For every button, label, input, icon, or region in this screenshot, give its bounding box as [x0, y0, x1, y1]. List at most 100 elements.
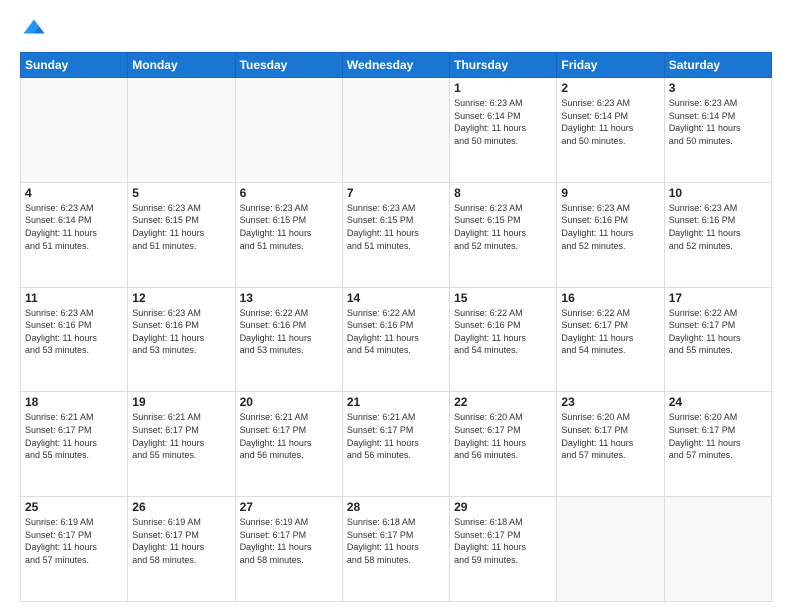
- day-number: 23: [561, 395, 659, 409]
- logo: [20, 16, 52, 44]
- calendar-cell: 22Sunrise: 6:20 AM Sunset: 6:17 PM Dayli…: [450, 392, 557, 497]
- day-number: 17: [669, 291, 767, 305]
- weekday-header-tuesday: Tuesday: [235, 53, 342, 78]
- day-info: Sunrise: 6:23 AM Sunset: 6:14 PM Dayligh…: [561, 97, 659, 147]
- day-number: 2: [561, 81, 659, 95]
- day-info: Sunrise: 6:23 AM Sunset: 6:16 PM Dayligh…: [25, 307, 123, 357]
- header: [20, 16, 772, 44]
- weekday-header-monday: Monday: [128, 53, 235, 78]
- calendar-cell: 13 Sunrise: 6:22 AM Sunset: 6:16 PM Dayli…: [235, 287, 342, 392]
- calendar-cell: [235, 78, 342, 183]
- day-info: Sunrise: 6:21 AM Sunset: 6:17 PM Dayligh…: [240, 411, 338, 461]
- day-info: Sunrise: 6:23 AM Sunset: 6:14 PM Dayligh…: [454, 97, 552, 147]
- day-info: Sunrise: 6:23 AM Sunset: 6:15 PM Dayligh…: [347, 202, 445, 252]
- day-info: Sunrise: 6:23 AM Sunset: 6:16 PM Dayligh…: [669, 202, 767, 252]
- day-info: Sunrise: 6:19 AM Sunset: 6:17 PM Dayligh…: [132, 516, 230, 566]
- calendar-table: SundayMondayTuesdayWednesdayThursdayFrid…: [20, 52, 772, 602]
- day-number: 3: [669, 81, 767, 95]
- weekday-header-wednesday: Wednesday: [342, 53, 449, 78]
- calendar-cell: [664, 497, 771, 602]
- day-info: Sunrise: 6:22 AM Sunset: 6:17 PM Dayligh…: [669, 307, 767, 357]
- calendar-cell: [21, 78, 128, 183]
- day-info: Sunrise: 6:21 AM Sunset: 6:17 PM Dayligh…: [132, 411, 230, 461]
- day-number: 20: [240, 395, 338, 409]
- calendar-week-0: 1 Sunrise: 6:23 AM Sunset: 6:14 PM Daylig…: [21, 78, 772, 183]
- calendar-cell: 2 Sunrise: 6:23 AM Sunset: 6:14 PM Daylig…: [557, 78, 664, 183]
- day-info: Sunrise: 6:23 AM Sunset: 6:15 PM Dayligh…: [240, 202, 338, 252]
- day-info: Sunrise: 6:21 AM Sunset: 6:17 PM Dayligh…: [347, 411, 445, 461]
- day-number: 9: [561, 186, 659, 200]
- day-number: 15: [454, 291, 552, 305]
- calendar-cell: 4 Sunrise: 6:23 AM Sunset: 6:14 PM Daylig…: [21, 182, 128, 287]
- day-number: 27: [240, 500, 338, 514]
- day-info: Sunrise: 6:19 AM Sunset: 6:17 PM Dayligh…: [240, 516, 338, 566]
- calendar-cell: 3 Sunrise: 6:23 AM Sunset: 6:14 PM Daylig…: [664, 78, 771, 183]
- day-info: Sunrise: 6:18 AM Sunset: 6:17 PM Dayligh…: [454, 516, 552, 566]
- calendar-cell: [128, 78, 235, 183]
- day-number: 18: [25, 395, 123, 409]
- calendar-cell: 29Sunrise: 6:18 AM Sunset: 6:17 PM Dayli…: [450, 497, 557, 602]
- calendar-week-2: 11 Sunrise: 6:23 AM Sunset: 6:16 PM Dayli…: [21, 287, 772, 392]
- calendar-cell: 6 Sunrise: 6:23 AM Sunset: 6:15 PM Daylig…: [235, 182, 342, 287]
- day-number: 16: [561, 291, 659, 305]
- page: SundayMondayTuesdayWednesdayThursdayFrid…: [0, 0, 792, 612]
- day-number: 24: [669, 395, 767, 409]
- day-number: 4: [25, 186, 123, 200]
- day-info: Sunrise: 6:23 AM Sunset: 6:15 PM Dayligh…: [454, 202, 552, 252]
- weekday-header-row: SundayMondayTuesdayWednesdayThursdayFrid…: [21, 53, 772, 78]
- day-info: Sunrise: 6:23 AM Sunset: 6:15 PM Dayligh…: [132, 202, 230, 252]
- day-info: Sunrise: 6:22 AM Sunset: 6:16 PM Dayligh…: [240, 307, 338, 357]
- day-info: Sunrise: 6:23 AM Sunset: 6:14 PM Dayligh…: [669, 97, 767, 147]
- day-info: Sunrise: 6:20 AM Sunset: 6:17 PM Dayligh…: [669, 411, 767, 461]
- day-info: Sunrise: 6:21 AM Sunset: 6:17 PM Dayligh…: [25, 411, 123, 461]
- calendar-cell: [557, 497, 664, 602]
- day-number: 26: [132, 500, 230, 514]
- day-number: 28: [347, 500, 445, 514]
- day-info: Sunrise: 6:23 AM Sunset: 6:14 PM Dayligh…: [25, 202, 123, 252]
- calendar-cell: 9 Sunrise: 6:23 AM Sunset: 6:16 PM Daylig…: [557, 182, 664, 287]
- day-number: 6: [240, 186, 338, 200]
- calendar-cell: 17 Sunrise: 6:22 AM Sunset: 6:17 PM Dayli…: [664, 287, 771, 392]
- day-number: 13: [240, 291, 338, 305]
- calendar-cell: 24 Sunrise: 6:20 AM Sunset: 6:17 PM Dayli…: [664, 392, 771, 497]
- calendar-cell: 23 Sunrise: 6:20 AM Sunset: 6:17 PM Dayli…: [557, 392, 664, 497]
- calendar-cell: 1 Sunrise: 6:23 AM Sunset: 6:14 PM Daylig…: [450, 78, 557, 183]
- logo-icon: [20, 16, 48, 44]
- day-number: 21: [347, 395, 445, 409]
- calendar-cell: 5 Sunrise: 6:23 AM Sunset: 6:15 PM Daylig…: [128, 182, 235, 287]
- calendar-cell: 21 Sunrise: 6:21 AM Sunset: 6:17 PM Dayli…: [342, 392, 449, 497]
- calendar-week-3: 18 Sunrise: 6:21 AM Sunset: 6:17 PM Dayli…: [21, 392, 772, 497]
- calendar-cell: 19 Sunrise: 6:21 AM Sunset: 6:17 PM Dayli…: [128, 392, 235, 497]
- calendar-week-4: 25Sunrise: 6:19 AM Sunset: 6:17 PM Dayli…: [21, 497, 772, 602]
- day-number: 14: [347, 291, 445, 305]
- day-info: Sunrise: 6:18 AM Sunset: 6:17 PM Dayligh…: [347, 516, 445, 566]
- calendar-cell: [342, 78, 449, 183]
- calendar-cell: 20 Sunrise: 6:21 AM Sunset: 6:17 PM Dayli…: [235, 392, 342, 497]
- day-number: 12: [132, 291, 230, 305]
- weekday-header-saturday: Saturday: [664, 53, 771, 78]
- calendar-cell: 11 Sunrise: 6:23 AM Sunset: 6:16 PM Dayli…: [21, 287, 128, 392]
- day-number: 8: [454, 186, 552, 200]
- day-number: 19: [132, 395, 230, 409]
- day-info: Sunrise: 6:23 AM Sunset: 6:16 PM Dayligh…: [561, 202, 659, 252]
- day-info: Sunrise: 6:23 AM Sunset: 6:16 PM Dayligh…: [132, 307, 230, 357]
- day-number: 22: [454, 395, 552, 409]
- calendar-cell: 28 Sunrise: 6:18 AM Sunset: 6:17 PM Dayli…: [342, 497, 449, 602]
- day-number: 1: [454, 81, 552, 95]
- day-info: Sunrise: 6:20 AM Sunset: 6:17 PM Dayligh…: [561, 411, 659, 461]
- day-info: Sunrise: 6:22 AM Sunset: 6:16 PM Dayligh…: [347, 307, 445, 357]
- day-number: 5: [132, 186, 230, 200]
- calendar-cell: 10 Sunrise: 6:23 AM Sunset: 6:16 PM Dayli…: [664, 182, 771, 287]
- calendar-cell: 16 Sunrise: 6:22 AM Sunset: 6:17 PM Dayli…: [557, 287, 664, 392]
- calendar-cell: 15 Sunrise: 6:22 AM Sunset: 6:16 PM Dayli…: [450, 287, 557, 392]
- calendar-cell: 8 Sunrise: 6:23 AM Sunset: 6:15 PM Daylig…: [450, 182, 557, 287]
- weekday-header-sunday: Sunday: [21, 53, 128, 78]
- calendar-cell: 27 Sunrise: 6:19 AM Sunset: 6:17 PM Dayli…: [235, 497, 342, 602]
- day-number: 10: [669, 186, 767, 200]
- day-info: Sunrise: 6:22 AM Sunset: 6:16 PM Dayligh…: [454, 307, 552, 357]
- calendar-cell: 14 Sunrise: 6:22 AM Sunset: 6:16 PM Dayli…: [342, 287, 449, 392]
- day-info: Sunrise: 6:22 AM Sunset: 6:17 PM Dayligh…: [561, 307, 659, 357]
- calendar-cell: 25Sunrise: 6:19 AM Sunset: 6:17 PM Dayli…: [21, 497, 128, 602]
- day-number: 11: [25, 291, 123, 305]
- calendar-cell: 26 Sunrise: 6:19 AM Sunset: 6:17 PM Dayli…: [128, 497, 235, 602]
